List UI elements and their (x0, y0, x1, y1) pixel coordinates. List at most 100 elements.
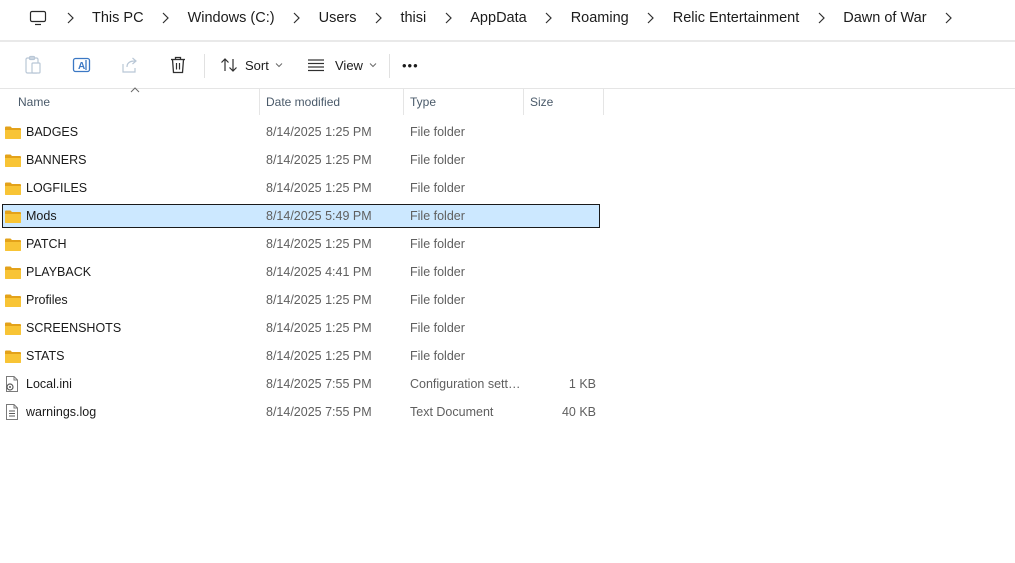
file-type: File folder (410, 265, 465, 279)
chevron-right-icon[interactable] (541, 10, 557, 26)
delete-button[interactable] (168, 55, 188, 75)
rename-icon: A (72, 57, 91, 73)
chevron-right-icon[interactable] (643, 10, 659, 26)
file-name: Mods (26, 209, 57, 223)
breadcrumb-item[interactable]: Dawn of War (841, 8, 928, 28)
file-name: warnings.log (26, 405, 97, 419)
file-row[interactable]: LOGFILES 8/14/2025 1:25 PM File folder (2, 176, 600, 200)
file-date-modified: 8/14/2025 1:25 PM (266, 237, 372, 251)
file-row[interactable]: STATS 8/14/2025 1:25 PM File folder (2, 344, 600, 368)
file-date-modified: 8/14/2025 4:41 PM (266, 265, 372, 279)
monitor-icon (29, 10, 47, 26)
file-size: 1 KB (568, 377, 596, 391)
breadcrumb-item[interactable]: This PC (90, 8, 146, 28)
file-size (522, 316, 596, 340)
column-header-type-label: Type (410, 95, 437, 109)
file-type: File folder (410, 321, 465, 335)
file-date-modified: 8/14/2025 1:25 PM (266, 349, 372, 363)
folder-icon (4, 344, 22, 368)
breadcrumb-item[interactable]: AppData (468, 8, 528, 28)
toolbar-divider (204, 54, 205, 78)
address-bar[interactable]: This PC Windows (C:) Users thisi AppData Roam… (0, 0, 1015, 36)
breadcrumb-item[interactable]: Roaming (569, 8, 631, 28)
file-size (522, 344, 596, 368)
file-size (522, 260, 596, 284)
folder-icon (4, 176, 22, 200)
file-name: PATCH (26, 237, 67, 251)
svg-text:A: A (78, 61, 85, 72)
file-row[interactable]: Profiles 8/14/2025 1:25 PM File folder (2, 288, 600, 312)
file-row[interactable]: PATCH 8/14/2025 1:25 PM File folder (2, 232, 600, 256)
breadcrumb-item[interactable]: Windows (C:) (186, 8, 277, 28)
file-size (522, 176, 596, 200)
breadcrumb-item[interactable]: Users (317, 8, 359, 28)
file-size (522, 288, 596, 312)
file-date-modified: 8/14/2025 1:25 PM (266, 125, 372, 139)
sort-label: Sort (245, 57, 269, 73)
file-name: Local.ini (26, 377, 72, 391)
chevron-right-icon[interactable] (62, 10, 78, 26)
rename-button[interactable]: A (72, 55, 92, 75)
toolbar-divider (389, 54, 390, 78)
view-label: View (335, 57, 363, 73)
this-pc-root[interactable] (26, 6, 50, 30)
more-options-icon: ••• (402, 57, 419, 73)
more-options-button[interactable]: ••• (402, 50, 419, 80)
chevron-down-icon (275, 63, 283, 68)
folder-icon (4, 148, 22, 172)
file-row[interactable]: SCREENSHOTS 8/14/2025 1:25 PM File folder (2, 316, 600, 340)
folder-icon (4, 120, 22, 144)
command-bar: A Sort View ••• (0, 42, 1015, 88)
file-size: 40 KB (561, 405, 596, 419)
view-button[interactable]: View (307, 50, 377, 80)
column-header-name[interactable]: Name (12, 89, 258, 115)
file-type: File folder (410, 293, 465, 307)
file-type: File folder (410, 153, 465, 167)
view-icon (308, 59, 324, 72)
column-header-size[interactable]: Size (524, 89, 603, 115)
config-file-icon (4, 372, 22, 396)
paste-button[interactable] (23, 55, 43, 75)
chevron-down-icon (369, 63, 377, 68)
file-row[interactable]: Mods 8/14/2025 5:49 PM File folder (2, 204, 600, 228)
file-row[interactable]: Local.ini 8/14/2025 7:55 PM Configuration … (2, 372, 600, 396)
sort-button[interactable]: Sort (220, 50, 283, 80)
file-row[interactable]: warnings.log 8/14/2025 7:55 PM Text Docume… (2, 400, 600, 424)
chevron-right-icon[interactable] (289, 10, 305, 26)
file-type: Text Document (410, 405, 494, 419)
text-file-icon (4, 400, 22, 424)
column-header-date[interactable]: Date modified (260, 89, 403, 115)
file-type: File folder (410, 237, 465, 251)
file-type: File folder (410, 125, 465, 139)
trash-icon (171, 56, 185, 74)
chevron-right-icon[interactable] (440, 10, 456, 26)
column-header-type[interactable]: Type (404, 89, 523, 115)
file-name: STATS (26, 349, 65, 363)
file-date-modified: 8/14/2025 7:55 PM (266, 377, 372, 391)
folder-icon (4, 316, 22, 340)
file-name: BADGES (26, 125, 79, 139)
file-name: Profiles (26, 293, 68, 307)
file-row[interactable]: BADGES 8/14/2025 1:25 PM File folder (2, 120, 600, 144)
breadcrumb-item[interactable]: Relic Entertainment (671, 8, 802, 28)
chevron-right-icon[interactable] (158, 10, 174, 26)
file-row[interactable]: PLAYBACK 8/14/2025 4:41 PM File folder (2, 260, 600, 284)
column-resize-handle[interactable] (603, 89, 604, 115)
share-button[interactable] (120, 55, 140, 75)
file-date-modified: 8/14/2025 5:49 PM (266, 209, 372, 223)
file-size (522, 120, 596, 144)
column-header-size-label: Size (530, 95, 554, 109)
file-size (522, 148, 596, 172)
file-date-modified: 8/14/2025 7:55 PM (266, 405, 372, 419)
file-date-modified: 8/14/2025 1:25 PM (266, 181, 372, 195)
chevron-right-icon[interactable] (941, 10, 957, 26)
file-type: File folder (410, 349, 465, 363)
folder-icon (4, 204, 22, 228)
file-row[interactable]: BANNERS 8/14/2025 1:25 PM File folder (2, 148, 600, 172)
file-type: Configuration sett… (410, 377, 521, 391)
chevron-right-icon[interactable] (813, 10, 829, 26)
chevron-right-icon[interactable] (370, 10, 386, 26)
breadcrumb-item[interactable]: thisi (398, 8, 428, 28)
file-size (522, 232, 596, 256)
file-date-modified: 8/14/2025 1:25 PM (266, 293, 372, 307)
